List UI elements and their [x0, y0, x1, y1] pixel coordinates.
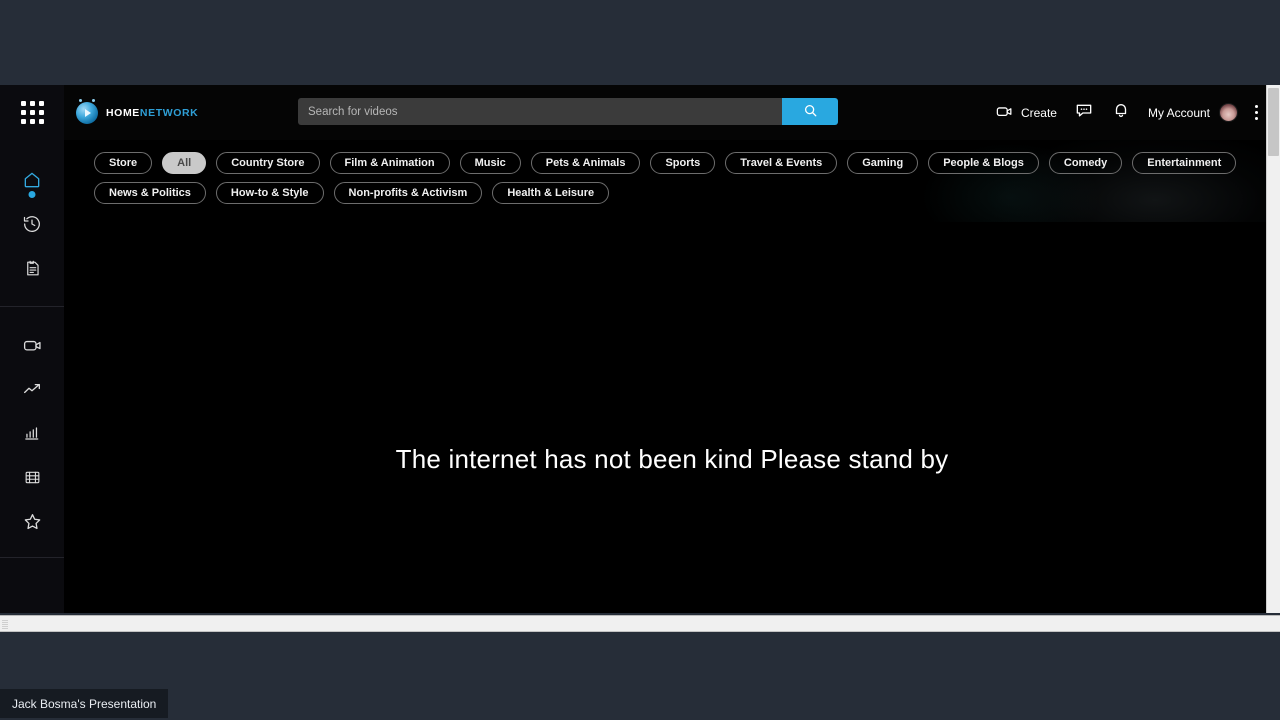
sidebar-item-favorites[interactable]: [0, 499, 64, 543]
category-row-1: Store All Country Store Film & Animation Mus…: [94, 152, 1280, 174]
sidebar-item-my-videos[interactable]: [0, 323, 64, 367]
content-area: HOMENETWORK Search for videos Create My …: [64, 85, 1280, 613]
film-strip-icon: [23, 468, 42, 487]
category-row-2: News & Politics How-to & Style Non-profits…: [94, 182, 1280, 204]
avatar[interactable]: [1219, 103, 1238, 122]
sidebar-item-statistics[interactable]: [0, 411, 64, 455]
sidebar-divider-2: [0, 557, 64, 558]
messages-button[interactable]: [1074, 100, 1094, 125]
horizontal-scrollbar[interactable]: [0, 615, 1280, 632]
sidebar-item-trending[interactable]: [0, 367, 64, 411]
apps-grid-button[interactable]: [0, 85, 64, 140]
logo-word-primary: HOME: [106, 106, 140, 119]
taskbar-item-label: Jack Bosma's Presentation: [12, 696, 157, 711]
search-button[interactable]: [782, 98, 838, 125]
category-chip[interactable]: Comedy: [1048, 152, 1123, 174]
category-chip[interactable]: Gaming: [847, 152, 919, 174]
app-window: HOMENETWORK Search for videos Create My …: [0, 85, 1280, 613]
kebab-menu-icon[interactable]: [1255, 105, 1258, 120]
message-bubble-icon: [1074, 100, 1094, 125]
video-camera-icon: [22, 335, 43, 356]
category-chip[interactable]: Film & Animation: [329, 152, 450, 174]
category-chips-region: Store All Country Store Film & Animation Mus…: [64, 140, 1280, 222]
sidebar-item-playlist[interactable]: [0, 246, 64, 290]
category-chip[interactable]: News & Politics: [94, 182, 206, 204]
search-bar: [298, 98, 838, 125]
sidebar-divider-1: [0, 306, 64, 307]
logo-wordmark: HOMENETWORK: [106, 107, 198, 119]
category-chip[interactable]: People & Blogs: [928, 152, 1039, 174]
horizontal-scrollbar-thumb[interactable]: [2, 618, 1267, 630]
create-button[interactable]: Create: [995, 102, 1057, 124]
sidebar-item-home[interactable]: [0, 158, 64, 202]
category-chip[interactable]: Entertainment: [1132, 152, 1237, 174]
history-clock-icon: [22, 214, 42, 234]
sidebar: [0, 85, 64, 613]
playlist-document-icon: [23, 259, 42, 278]
video-stage[interactable]: The internet has not been kind Please st…: [64, 222, 1280, 613]
account-button[interactable]: My Account: [1148, 103, 1238, 122]
category-chip[interactable]: Travel & Events: [725, 152, 838, 174]
category-chip[interactable]: How-to & Style: [215, 182, 324, 204]
category-chip[interactable]: All: [162, 152, 207, 174]
horizontal-scrollbar-grip: [2, 620, 8, 629]
category-chip[interactable]: Store: [94, 152, 153, 174]
category-chip[interactable]: Sports: [650, 152, 716, 174]
bar-chart-icon: [23, 424, 42, 443]
category-chip[interactable]: Health & Leisure: [492, 182, 610, 204]
vertical-scrollbar-thumb[interactable]: [1268, 88, 1279, 156]
header-actions: Create My Account: [995, 85, 1258, 140]
category-chip[interactable]: Country Store: [216, 152, 320, 174]
stage-status-message: The internet has not been kind Please st…: [395, 444, 949, 474]
play-circle-logo-icon: [76, 98, 98, 124]
home-icon: [22, 170, 42, 190]
search-icon: [803, 103, 818, 121]
bell-icon: [1111, 100, 1131, 125]
logo-word-secondary: NETWORK: [139, 106, 199, 119]
category-chip[interactable]: Non-profits & Activism: [333, 182, 483, 204]
top-bar: HOMENETWORK Search for videos Create My …: [64, 85, 1280, 140]
taskbar-item-presentation[interactable]: Jack Bosma's Presentation: [0, 689, 169, 718]
site-logo[interactable]: HOMENETWORK: [76, 98, 198, 124]
create-label: Create: [1020, 105, 1057, 120]
star-icon: [22, 511, 43, 532]
notifications-button[interactable]: [1111, 100, 1131, 125]
search-input[interactable]: [298, 98, 782, 125]
category-chip[interactable]: Music: [459, 152, 521, 174]
sidebar-item-movies[interactable]: [0, 455, 64, 499]
active-indicator-dot: [28, 191, 36, 198]
trending-up-icon: [22, 379, 43, 400]
video-camera-icon: [995, 102, 1014, 124]
sidebar-item-history[interactable]: [0, 202, 64, 246]
apps-grid-icon: [20, 101, 44, 124]
account-label: My Account: [1147, 105, 1210, 120]
category-chip[interactable]: Pets & Animals: [530, 152, 641, 174]
